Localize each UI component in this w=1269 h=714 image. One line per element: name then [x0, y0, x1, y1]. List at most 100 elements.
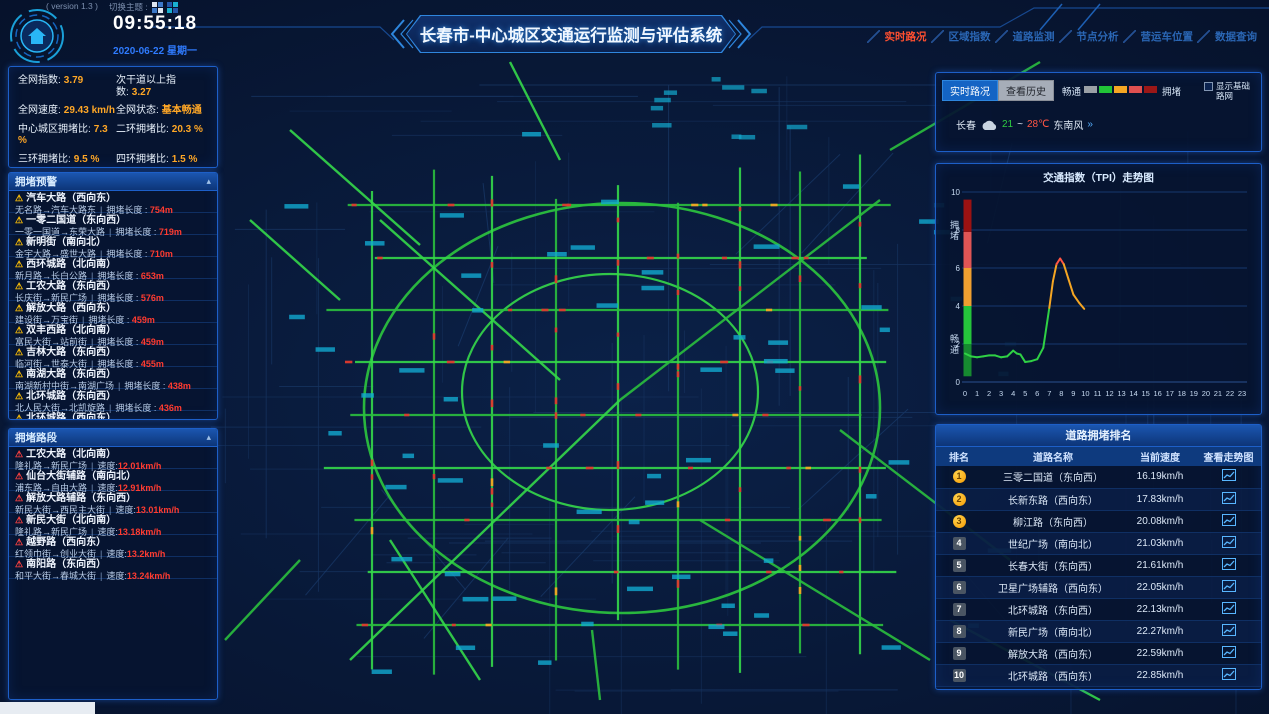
stat-item: 三环拥堵比:9.5 % [18, 154, 116, 166]
trend-chart-icon[interactable] [1222, 558, 1236, 573]
checkbox-icon[interactable] [1204, 82, 1213, 91]
warning-item[interactable]: ⚠北环城路（东向西） 北人民大街→北凯旋路|拥堵长度 : 436m [9, 389, 217, 411]
road-speed: 22.27km/h [1124, 620, 1196, 642]
warning-item[interactable]: ⚠一零二国道（东向西） 一零一国道→东荣大路|拥堵长度 : 719m [9, 213, 217, 235]
warning-item[interactable]: ⚠双丰西路（北向南） 富民大街→站前街|拥堵长度 : 459m [9, 323, 217, 345]
weather-cloud-icon [980, 119, 998, 131]
svg-text:1: 1 [975, 389, 979, 398]
warning-triangle-icon: ⚠ [15, 369, 23, 379]
warning-triangle-icon: ⚠ [15, 347, 23, 357]
rank-badge: 2 [953, 493, 966, 506]
stat-item: 全网速度:29.43 km/h [18, 105, 116, 117]
nav-item[interactable]: 区域指数 [931, 29, 991, 44]
chart-title: 交通指数（TPI）走势图 [936, 164, 1261, 185]
collapse-icon[interactable]: ▴ [206, 176, 211, 187]
warning-triangle-icon: ⚠ [15, 413, 23, 420]
trend-chart-icon[interactable] [1222, 580, 1236, 595]
rank-badge: 4 [953, 537, 966, 550]
svg-text:22: 22 [1226, 389, 1234, 398]
road-speed: 21.61km/h [1124, 554, 1196, 576]
home-icon [8, 6, 66, 64]
stat-item: 全网状态:基本畅通 [116, 105, 208, 117]
main-nav: 实时路况区域指数道路监测节点分析营运车位置数据查询 [867, 29, 1258, 44]
svg-text:14: 14 [1129, 389, 1137, 398]
congested-item[interactable]: ⚠工农大路（北向南） 隆礼路→新民广场|速度:12.01km/h [9, 447, 217, 469]
weather-bar: 长春 21 ~ 28℃ 东南风 » [956, 117, 1093, 132]
road-speed: 16.19km/h [1124, 466, 1196, 488]
warning-item[interactable]: ⚠西环城路（北向南） 新月路→长白公路|拥堵长度 : 653m [9, 257, 217, 279]
stat-item: 次干道以上指数:3.27 [116, 75, 208, 98]
warning-item[interactable]: ⚠吉林大路（东向西） 临河街→世泰大街|拥堵长度 : 455m [9, 345, 217, 367]
svg-text:18: 18 [1178, 389, 1186, 398]
ranking-header-row: 排名 道路名称 当前速度 查看走势图 [936, 447, 1261, 466]
panel-title: 拥堵预警 [15, 174, 57, 189]
ranking-row: 9 解放大路（西向东） 22.59km/h [936, 642, 1261, 664]
rank-badge: 3 [953, 515, 966, 528]
rank-badge: 1 [953, 470, 966, 483]
svg-text:11: 11 [1094, 389, 1102, 398]
warning-triangle-icon: ⚠ [15, 391, 23, 401]
congested-item[interactable]: ⚠仙台大街辅路（南向北） 浦东路→自由大路|速度:12.91km/h [9, 469, 217, 491]
collapse-icon[interactable]: ▴ [206, 432, 211, 443]
warning-item[interactable]: ⚠南湖大路（东向西） 南湖新村中街→南湖广场|拥堵长度 : 438m [9, 367, 217, 389]
tab-realtime[interactable]: 实时路况 [942, 80, 998, 101]
theme-option-dark-icon[interactable] [167, 2, 178, 13]
trend-chart-icon[interactable] [1222, 536, 1236, 551]
svg-text:6: 6 [956, 264, 961, 273]
warning-triangle-icon: ⚠ [15, 325, 23, 335]
svg-text:4: 4 [956, 302, 961, 311]
svg-text:17: 17 [1166, 389, 1174, 398]
road-name: 解放大路（西向东） [982, 642, 1124, 664]
warning-item[interactable]: ⚠工农大路（东向西） 长庆街→新民广场|拥堵长度 : 576m [9, 279, 217, 301]
theme-option-light-icon[interactable] [152, 2, 163, 13]
nav-item[interactable]: 节点分析 [1059, 29, 1119, 44]
nav-item[interactable]: 实时路况 [867, 29, 927, 44]
tab-history[interactable]: 查看历史 [998, 80, 1054, 101]
warning-triangle-icon: ⚠ [15, 559, 23, 569]
road-name: 长春大街（东向西） [982, 554, 1124, 576]
weather-more-link[interactable]: » [1087, 119, 1093, 130]
nav-item[interactable]: 道路监测 [995, 29, 1055, 44]
svg-text:16: 16 [1154, 389, 1162, 398]
road-speed: 22.85km/h [1124, 664, 1196, 686]
warning-triangle-icon: ⚠ [15, 303, 23, 313]
warning-triangle-icon: ⚠ [15, 215, 23, 225]
svg-text:4: 4 [1011, 389, 1015, 398]
stat-item: 中心城区拥堵比:7.3 % [18, 124, 116, 147]
congested-item[interactable]: ⚠越野路（西向东） 红领巾街→创业大街|速度:13.2km/h [9, 535, 217, 557]
trend-chart-icon[interactable] [1222, 492, 1236, 507]
trend-chart-icon[interactable] [1222, 469, 1236, 484]
home-logo[interactable] [8, 6, 66, 64]
svg-text:2: 2 [987, 389, 991, 398]
map-attribution [0, 702, 95, 714]
svg-text:21: 21 [1214, 389, 1222, 398]
ranking-row: 3 柳江路（东向西） 20.08km/h [936, 510, 1261, 532]
road-name: 世纪广场（南向北） [982, 532, 1124, 554]
svg-text:8: 8 [1059, 389, 1063, 398]
congested-item[interactable]: ⚠南阳路（东向西） 和平大街→春城大街|速度:13.24km/h [9, 557, 217, 579]
warning-item[interactable]: ⚠解放大路（西向东） 建设街→万宝街|拥堵长度 : 459m [9, 301, 217, 323]
trend-chart-icon[interactable] [1222, 668, 1236, 683]
trend-chart-icon[interactable] [1222, 514, 1236, 529]
svg-text:9: 9 [1071, 389, 1075, 398]
date: 2020-06-22 星期一 [90, 42, 220, 57]
congested-item[interactable]: ⚠解放大路辅路（东向西） 新民大街→西民主大街|速度:13.01km/h [9, 491, 217, 513]
rank-badge: 5 [953, 559, 966, 572]
nav-item[interactable]: 数据查询 [1197, 29, 1257, 44]
rank-badge: 7 [953, 603, 966, 616]
base-network-checkbox[interactable]: 显示基础路网 [1204, 81, 1256, 101]
svg-text:15: 15 [1141, 389, 1149, 398]
congested-item[interactable]: ⚠新民大街（北向南） 隆礼路→新民广场|速度:13.18km/h [9, 513, 217, 535]
legend-swatches [1084, 85, 1159, 96]
trend-chart-icon[interactable] [1222, 602, 1236, 617]
nav-item[interactable]: 营运车位置 [1123, 29, 1194, 44]
warning-triangle-icon: ⚠ [15, 515, 23, 525]
svg-text:堵: 堵 [950, 230, 959, 241]
warning-item[interactable]: ⚠新明街（南向北） 金宇大路→盛世大路|拥堵长度 : 710m [9, 235, 217, 257]
warning-item[interactable]: ⚠北环城路（西向东） |拥堵长度 : [9, 411, 217, 420]
road-name: 北环城路（东向西） [982, 598, 1124, 620]
trend-chart-icon[interactable] [1222, 624, 1236, 639]
warning-item[interactable]: ⚠汽车大路（西向东） 无名路→汽车大路东|拥堵长度 : 754m [9, 191, 217, 213]
trend-chart-icon[interactable] [1222, 646, 1236, 661]
road-status-panel: 实时路况 查看历史 畅通 拥堵 显示基础路网 长春 21 ~ 28℃ 东南风 » [935, 72, 1262, 152]
